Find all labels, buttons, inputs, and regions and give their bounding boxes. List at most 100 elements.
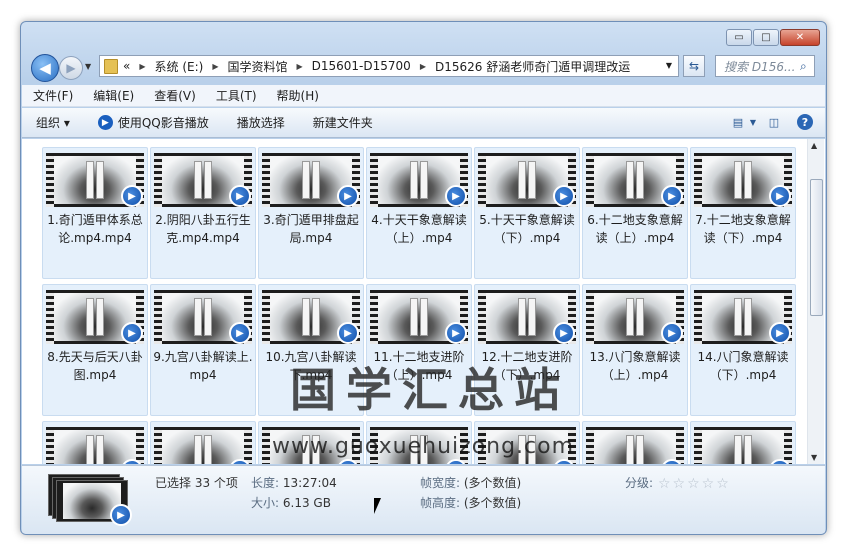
qq-player-icon: ▶	[553, 322, 575, 344]
explorer-window: ▭ □ ✕ ◀ ▶ ▼ « ▶ 系统 (E:) ▶ 国学资料馆 ▶ D15601…	[20, 21, 827, 535]
file-name: 1.奇门遁甲体系总论.mp4.mp4	[47, 213, 143, 245]
forward-button[interactable]: ▶	[59, 56, 83, 80]
recent-pages-dropdown[interactable]: ▼	[85, 62, 91, 71]
qq-player-icon: ▶	[337, 185, 359, 207]
chevron-right-icon[interactable]: ▶	[420, 62, 426, 71]
new-folder-button[interactable]: 新建文件夹	[313, 114, 373, 131]
breadcrumb: « ▶ 系统 (E:) ▶ 国学资料馆 ▶ D15601-D15700 ▶ D1…	[123, 58, 630, 75]
file-item[interactable]: ▶ 1.奇门遁甲体系总论.mp4.mp4	[42, 147, 148, 279]
file-item[interactable]: ▶ 3.奇门遁甲排盘起局.mp4	[258, 147, 364, 279]
back-button[interactable]: ◀	[31, 54, 59, 82]
minimize-button[interactable]: ▭	[726, 29, 752, 46]
breadcrumb-overflow[interactable]: «	[123, 59, 130, 73]
forward-arrow-icon: ▶	[66, 61, 76, 75]
play-selection-button[interactable]: 播放选择	[237, 114, 285, 131]
file-item[interactable]: ▶ 9.九宫八卦解读上.mp4	[150, 284, 256, 416]
maximize-button[interactable]: □	[753, 29, 779, 46]
breadcrumb-range[interactable]: D15601-D15700	[312, 59, 411, 73]
frame-height-label: 帧高度:	[420, 496, 461, 510]
file-name: 2.阴阳八卦五行生克.mp4.mp4	[155, 213, 251, 245]
mouse-cursor	[374, 498, 381, 514]
search-box[interactable]: 搜索 D156... ⌕	[715, 55, 815, 77]
search-input[interactable]: 搜索 D156...	[716, 58, 800, 75]
details-pane: ▶ 已选择 33 个项 长度: 13:27:04 大小: 6.13 GB 帧宽度…	[22, 465, 825, 534]
breadcrumb-library[interactable]: 国学资料馆	[227, 58, 287, 75]
file-name: 9.九宫八卦解读上.mp4	[153, 350, 253, 382]
chevron-right-icon[interactable]: ▶	[296, 62, 302, 71]
qq-player-icon: ▶	[121, 185, 143, 207]
play-with-qq-label: 使用QQ影音播放	[117, 116, 209, 130]
menu-edit[interactable]: 编辑(E)	[90, 87, 137, 104]
scroll-up-icon[interactable]: ▲	[811, 141, 817, 150]
back-arrow-icon: ◀	[39, 59, 51, 77]
watermark-url: www.guoxuehuizong.com	[272, 434, 575, 459]
watermark-title: 国学汇总站	[290, 363, 570, 417]
file-name: 6.十二地支象意解读（上）.mp4	[587, 213, 683, 245]
file-item[interactable]: ▶ 8.先天与后天八卦图.mp4	[42, 284, 148, 416]
address-bar[interactable]: « ▶ 系统 (E:) ▶ 国学资料馆 ▶ D15601-D15700 ▶ D1…	[99, 55, 679, 77]
file-name: 4.十天干象意解读（上）.mp4	[371, 213, 467, 245]
qq-player-icon: ▶	[661, 185, 683, 207]
chevron-right-icon[interactable]: ▶	[139, 62, 145, 71]
frame-width-label: 帧宽度:	[420, 476, 461, 490]
file-item[interactable]: ▶	[150, 421, 256, 464]
refresh-button[interactable]: ⇆	[683, 55, 705, 77]
file-name: 8.先天与后天八卦图.mp4	[47, 350, 143, 382]
rating-stars[interactable]: ☆☆☆☆☆	[658, 476, 731, 492]
vertical-scrollbar[interactable]: ▲ ▼	[807, 139, 824, 464]
size-value: 6.13 GB	[282, 496, 331, 510]
file-name: 5.十天干象意解读（下）.mp4	[479, 213, 575, 245]
frame-width-value: (多个数值)	[463, 476, 522, 490]
qq-player-icon: ▶	[97, 115, 113, 130]
search-icon[interactable]: ⌕	[800, 59, 814, 74]
caption-buttons: ▭ □ ✕	[725, 29, 820, 46]
file-item[interactable]: ▶ 7.十二地支象意解读（下）.mp4	[690, 147, 796, 279]
file-item[interactable]: ▶ 2.阴阳八卦五行生克.mp4.mp4	[150, 147, 256, 279]
qq-player-icon: ▶	[110, 504, 132, 526]
file-name: 7.十二地支象意解读（下）.mp4	[695, 213, 791, 245]
file-name: 13.八门象意解读（上）.mp4	[589, 350, 681, 382]
file-item[interactable]: ▶ 5.十天干象意解读（下）.mp4	[474, 147, 580, 279]
command-bar: 组织 ▾ ▶ 使用QQ影音播放 播放选择 新建文件夹 ▤ ▼ ◫ ?	[22, 108, 825, 138]
breadcrumb-drive[interactable]: 系统 (E:)	[155, 58, 204, 75]
qq-player-icon: ▶	[553, 185, 575, 207]
file-name: 14.八门象意解读（下）.mp4	[697, 350, 789, 382]
length-label: 长度:	[251, 476, 280, 490]
file-item[interactable]: ▶	[582, 421, 688, 464]
selection-thumbnail: ▶	[48, 474, 132, 526]
refresh-icon: ⇆	[688, 59, 700, 73]
scrollbar-thumb[interactable]	[810, 179, 823, 316]
qq-player-icon: ▶	[769, 322, 791, 344]
help-icon[interactable]: ?	[797, 114, 813, 130]
length-value: 13:27:04	[282, 476, 337, 490]
organize-button[interactable]: 组织 ▾	[36, 114, 70, 131]
rating-label: 分级:	[625, 476, 654, 490]
file-item[interactable]: ▶ 14.八门象意解读（下）.mp4	[690, 284, 796, 416]
breadcrumb-current[interactable]: D15626 舒涵老师奇门遁甲调理改运	[435, 58, 630, 75]
chevron-right-icon[interactable]: ▶	[212, 62, 218, 71]
file-item[interactable]: ▶ 4.十天干象意解读（上）.mp4	[366, 147, 472, 279]
qq-player-icon: ▶	[445, 322, 467, 344]
menu-help[interactable]: 帮助(H)	[274, 87, 322, 104]
preview-pane-icon[interactable]: ◫	[765, 114, 783, 130]
selection-count: 已选择 33 个项	[155, 476, 238, 490]
file-list: ▶ 1.奇门遁甲体系总论.mp4.mp4 ▶ 2.阴阳八卦五行生克.mp4.mp4 ▶ 3…	[22, 139, 825, 464]
qq-player-icon: ▶	[661, 322, 683, 344]
view-dropdown-icon[interactable]: ▼	[749, 114, 757, 130]
scroll-down-icon[interactable]: ▼	[811, 453, 817, 462]
file-item[interactable]: ▶	[42, 421, 148, 464]
file-item[interactable]: ▶ 6.十二地支象意解读（上）.mp4	[582, 147, 688, 279]
play-with-qq-button[interactable]: ▶ 使用QQ影音播放	[97, 114, 209, 131]
menu-file[interactable]: 文件(F)	[30, 87, 76, 104]
qq-player-icon: ▶	[337, 322, 359, 344]
frame-height-value: (多个数值)	[463, 496, 522, 510]
menu-view[interactable]: 查看(V)	[151, 87, 199, 104]
file-item[interactable]: ▶ 13.八门象意解读（上）.mp4	[582, 284, 688, 416]
close-button[interactable]: ✕	[780, 29, 820, 46]
address-dropdown-icon[interactable]: ▼	[666, 61, 672, 70]
menu-tools[interactable]: 工具(T)	[213, 87, 260, 104]
change-view-icon[interactable]: ▤	[729, 114, 747, 130]
folder-icon	[104, 58, 118, 74]
file-item[interactable]: ▶	[690, 421, 796, 464]
menu-bar: 文件(F) 编辑(E) 查看(V) 工具(T) 帮助(H)	[22, 85, 825, 107]
